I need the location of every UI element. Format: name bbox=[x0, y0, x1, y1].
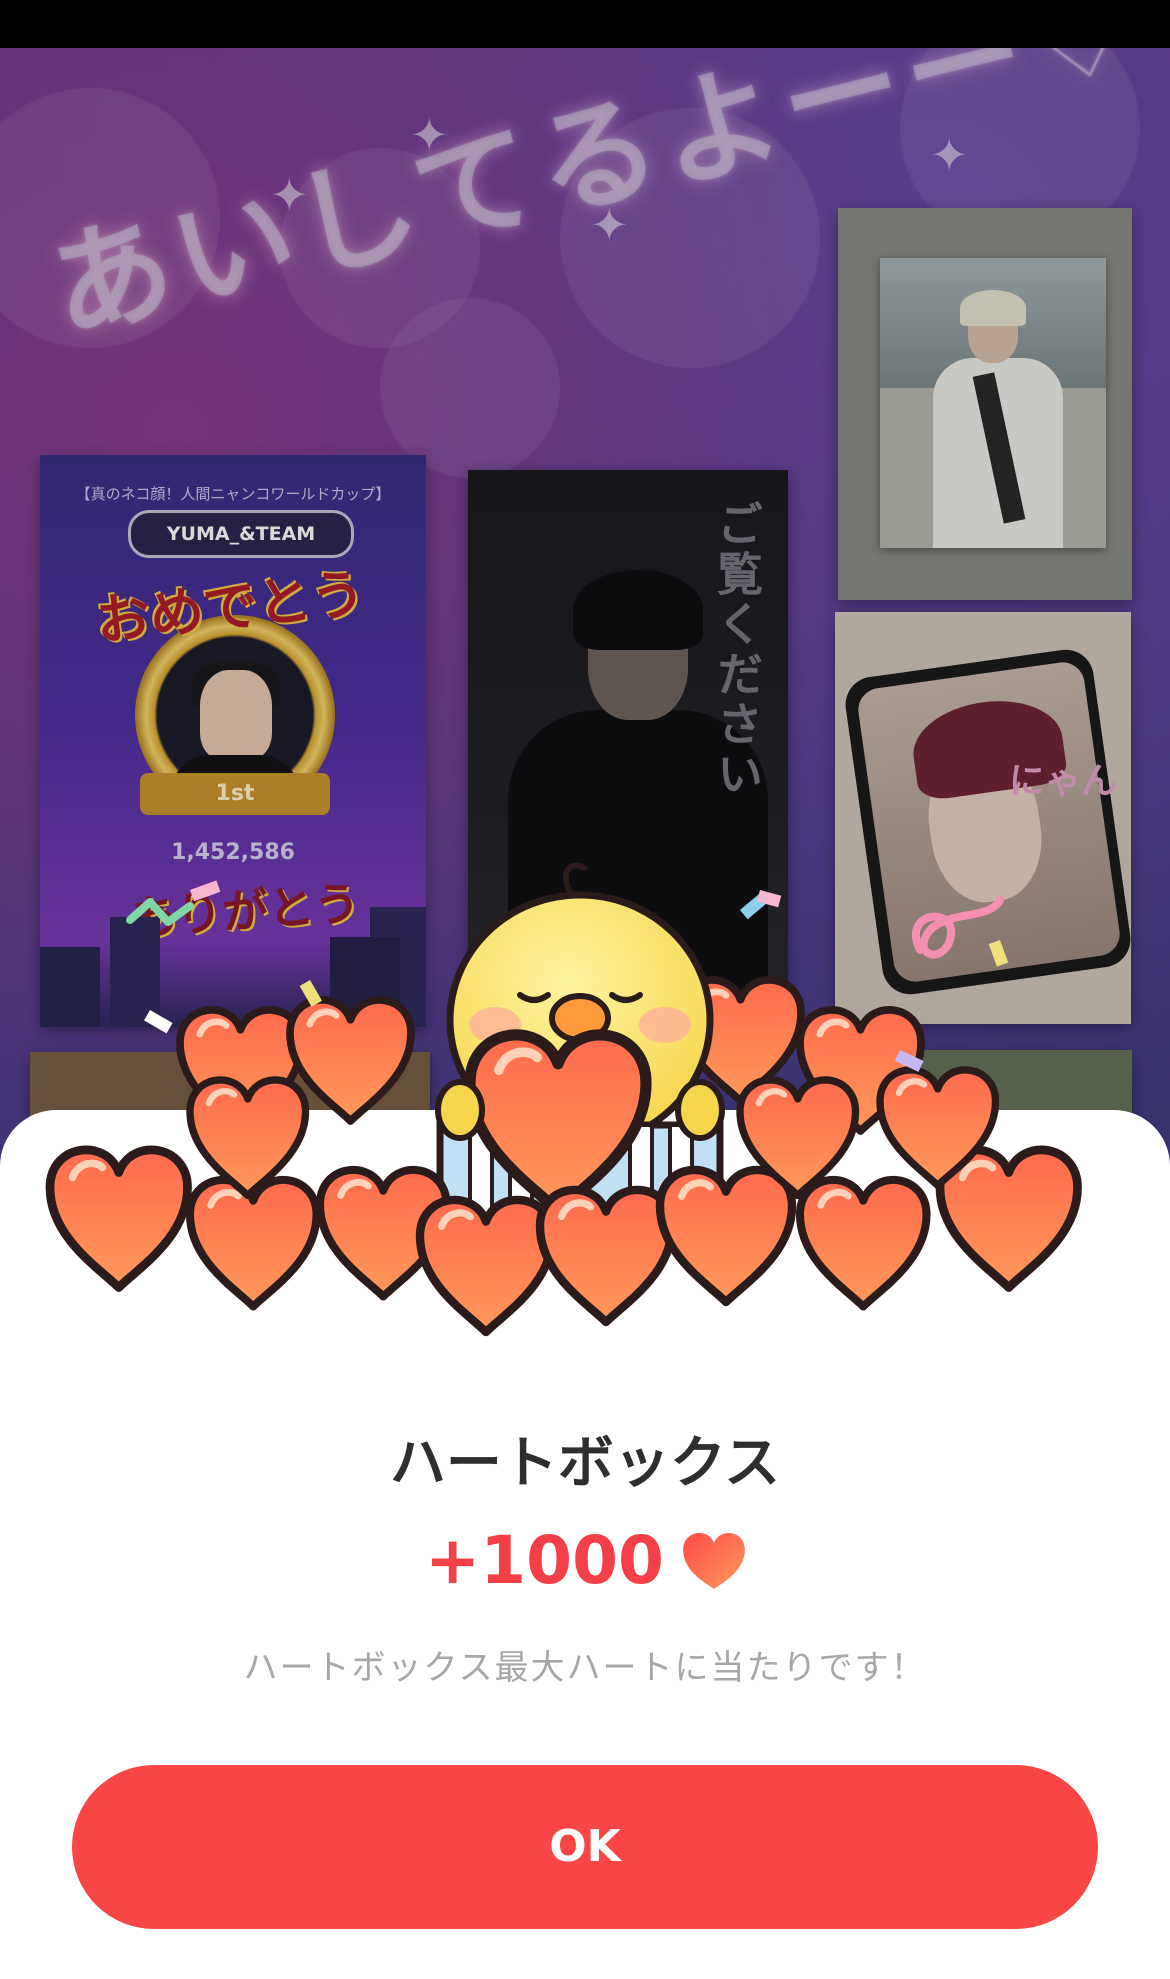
modal-title: ハートボックス bbox=[389, 1431, 781, 1496]
status-bar bbox=[0, 0, 1170, 48]
ok-button[interactable]: OK bbox=[72, 1765, 1098, 1929]
heart-icon bbox=[540, 1190, 672, 1322]
heart-icon bbox=[800, 1180, 927, 1307]
heart-icon bbox=[420, 1200, 552, 1332]
heart-icon bbox=[50, 1150, 188, 1288]
heart-icon bbox=[660, 1170, 792, 1302]
reward-amount: +1000 bbox=[424, 1522, 664, 1599]
heart-icon bbox=[940, 1150, 1078, 1288]
reward-row: +1000 bbox=[0, 1522, 1170, 1599]
chick-hearts-illustration bbox=[40, 862, 1140, 1380]
heart-icon bbox=[190, 1180, 317, 1307]
heart-icon bbox=[683, 1532, 745, 1589]
reward-message: ハートボックス最大ハートに当たりです！ bbox=[243, 1648, 927, 1688]
